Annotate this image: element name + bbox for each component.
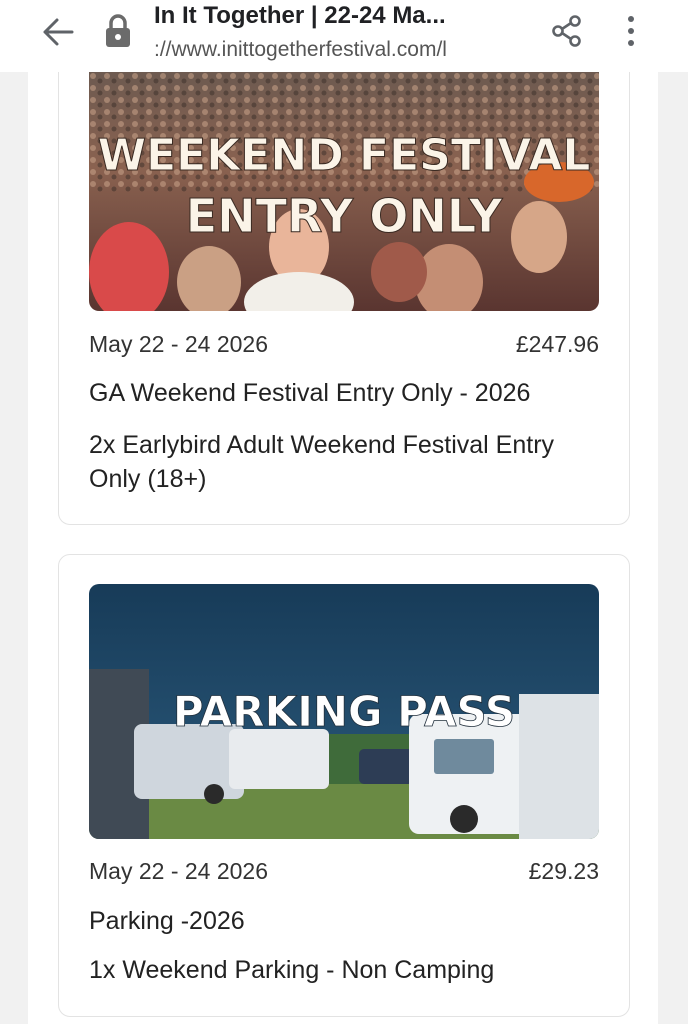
more-options-button[interactable] <box>616 10 646 52</box>
url-text[interactable]: ://www.inittogetherfestival.com/l <box>154 38 522 62</box>
event-date: May 22 - 24 2026 <box>89 858 269 884</box>
browser-toolbar: In It Together | 22-24 Ma... ://www.init… <box>0 0 688 72</box>
banner-text: PARKING PASS <box>173 687 515 736</box>
ticket-price: £29.23 <box>528 858 599 884</box>
back-button[interactable] <box>36 12 80 52</box>
page-title: In It Together | 22-24 Ma... <box>154 2 446 29</box>
ticket-description: 2x Earlybird Adult Weekend Festival Entr… <box>89 431 555 493</box>
lock-icon <box>104 14 132 48</box>
banner-text-line1: WEEKEND FESTIVAL <box>98 130 591 181</box>
ticket-title: Parking -2026 <box>89 907 245 935</box>
banner-text-line2: ENTRY ONLY <box>186 189 503 243</box>
ticket-price: £247.96 <box>515 331 599 357</box>
arrow-left-icon <box>43 18 74 46</box>
event-date: May 22 - 24 2026 <box>89 331 269 357</box>
ticket-description: 1x Weekend Parking - Non Camping <box>89 956 495 984</box>
parking-pass-banner: PARKING PASS <box>89 584 599 839</box>
ticket-title: GA Weekend Festival Entry Only - 2026 <box>89 379 531 407</box>
share-icon <box>552 15 581 47</box>
weekend-festival-banner: WEEKEND FESTIVAL ENTRY ONLY <box>89 72 599 311</box>
share-button[interactable] <box>546 10 588 52</box>
more-vertical-icon <box>628 16 634 46</box>
